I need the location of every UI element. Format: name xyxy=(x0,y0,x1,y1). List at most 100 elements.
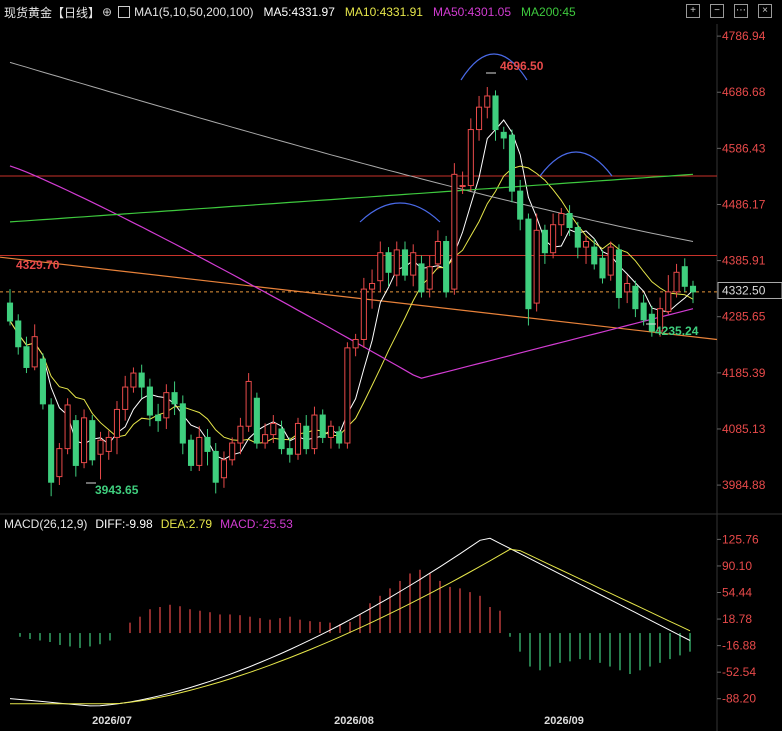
candle-body xyxy=(574,227,581,248)
candle-body xyxy=(31,336,38,368)
macd-tick-label: 125.76 xyxy=(722,532,759,546)
candle-body xyxy=(212,450,219,483)
price-tick-label: 4185.39 xyxy=(722,366,766,380)
ma50-value: MA50:4301.05 xyxy=(432,5,512,19)
candle-body xyxy=(599,257,606,279)
low-label: 3943.65 xyxy=(95,483,139,497)
candle-body xyxy=(459,185,466,188)
candle-body xyxy=(6,302,14,322)
macd-dea: DEA:2.79 xyxy=(160,517,213,531)
ma-label: MA1(5,10,50,200,100) xyxy=(134,5,254,19)
candle-body xyxy=(533,229,540,304)
candle-body xyxy=(15,320,22,348)
candle-body xyxy=(508,134,516,192)
candle-body xyxy=(451,173,458,290)
candle-body xyxy=(113,408,121,438)
candle-body xyxy=(475,106,483,131)
candle-body xyxy=(640,302,647,321)
candle-body xyxy=(500,131,507,139)
candle-body xyxy=(278,428,285,450)
candle-body xyxy=(517,190,524,220)
macd-tick-label: -88.20 xyxy=(722,692,756,706)
ma200-line xyxy=(9,173,694,223)
candle-body xyxy=(352,338,359,349)
recent-low-label: 4235.24 xyxy=(655,324,699,338)
candle-body xyxy=(385,252,392,273)
candle-body xyxy=(443,241,450,293)
candle-body xyxy=(138,372,145,388)
candle-body xyxy=(418,263,425,293)
minus-icon[interactable]: − xyxy=(710,4,724,18)
macd-label: MACD(26,12,9) xyxy=(4,517,88,531)
high-label: 4696.50 xyxy=(500,59,544,73)
chart-header: 现货黄金【日线】 ⊕ MA1(5,10,50,200,100) MA5:4331… xyxy=(0,0,782,24)
macd-value: MACD:-25.53 xyxy=(220,517,293,531)
macd-header: MACD(26,12,9) DIFF:-9.98 DEA:2.79 MACD:-… xyxy=(0,515,301,533)
candle-body xyxy=(179,403,186,444)
candle-body xyxy=(163,392,170,419)
left-level-label: 4329.70 xyxy=(16,258,60,272)
candle-body xyxy=(237,425,244,444)
candle-body xyxy=(344,347,351,444)
candle-body xyxy=(196,436,203,466)
close-icon[interactable]: × xyxy=(758,4,772,18)
macd-tick-label: 90.10 xyxy=(722,559,752,573)
candle-body xyxy=(97,439,104,455)
instrument-title[interactable]: 现货黄金【日线】 xyxy=(4,4,100,21)
candle-body xyxy=(89,420,96,461)
candle-body xyxy=(550,224,557,254)
pattern-arc xyxy=(359,202,441,223)
candle-body xyxy=(665,291,672,312)
candle-body xyxy=(401,249,409,276)
candle-body xyxy=(377,252,384,282)
candle-body xyxy=(393,249,400,276)
candle-body xyxy=(632,285,639,310)
settings-box-icon[interactable]: ⋯ xyxy=(734,4,748,18)
ma200-value: MA200:45 xyxy=(521,5,576,19)
macd-tick-label: 54.44 xyxy=(722,586,752,600)
candlestick-chart[interactable]: 4786.94 4686.68 4586.43 4486.17 4385.91 4285.… xyxy=(0,0,782,731)
candle-body xyxy=(204,436,211,452)
candle-body xyxy=(23,346,30,368)
add-icon[interactable]: + xyxy=(686,4,700,18)
candle-body xyxy=(673,271,680,293)
price-tick-label: 4285.65 xyxy=(722,310,766,324)
candle-body xyxy=(286,448,293,455)
candle-body xyxy=(607,246,614,276)
x-tick-label: 2026/07 xyxy=(92,715,132,727)
settings-icon[interactable]: ⊕ xyxy=(102,5,112,19)
x-tick-label: 2026/09 xyxy=(544,715,584,727)
candle-body xyxy=(220,459,228,479)
x-tick-label: 2026/08 xyxy=(334,715,374,727)
candle-body xyxy=(681,266,688,287)
candle-body xyxy=(105,436,112,452)
candle-body xyxy=(484,95,491,108)
candle-body xyxy=(56,448,63,478)
candle-body xyxy=(360,288,367,340)
price-tick-label: 4385.91 xyxy=(722,254,766,268)
current-price-label: 4332.50 xyxy=(722,283,766,297)
candle-body xyxy=(327,425,334,438)
ma10-line xyxy=(9,165,694,444)
candle-body xyxy=(311,414,318,450)
candle-body xyxy=(122,386,129,410)
candle-body xyxy=(81,417,88,464)
price-tick-label: 3984.88 xyxy=(722,478,766,492)
chart-type-icon[interactable] xyxy=(118,6,131,18)
macd-tick-label: 18.78 xyxy=(722,612,752,626)
candle-body xyxy=(39,358,46,405)
candle-body xyxy=(155,414,162,422)
candle-body xyxy=(648,313,655,332)
candle-body xyxy=(229,442,236,461)
macd-tick-label: -16.88 xyxy=(722,639,756,653)
candle-body xyxy=(434,241,441,265)
candle-body xyxy=(558,213,565,226)
macd-diff: DIFF:-9.98 xyxy=(95,517,153,531)
candle-body xyxy=(130,372,137,388)
ma5-line xyxy=(9,119,694,460)
candle-body xyxy=(410,252,417,276)
price-tick-label: 4586.43 xyxy=(722,141,766,155)
price-tick-label: 4686.68 xyxy=(722,85,766,99)
candle-body xyxy=(245,380,252,427)
candle-body xyxy=(146,386,153,416)
